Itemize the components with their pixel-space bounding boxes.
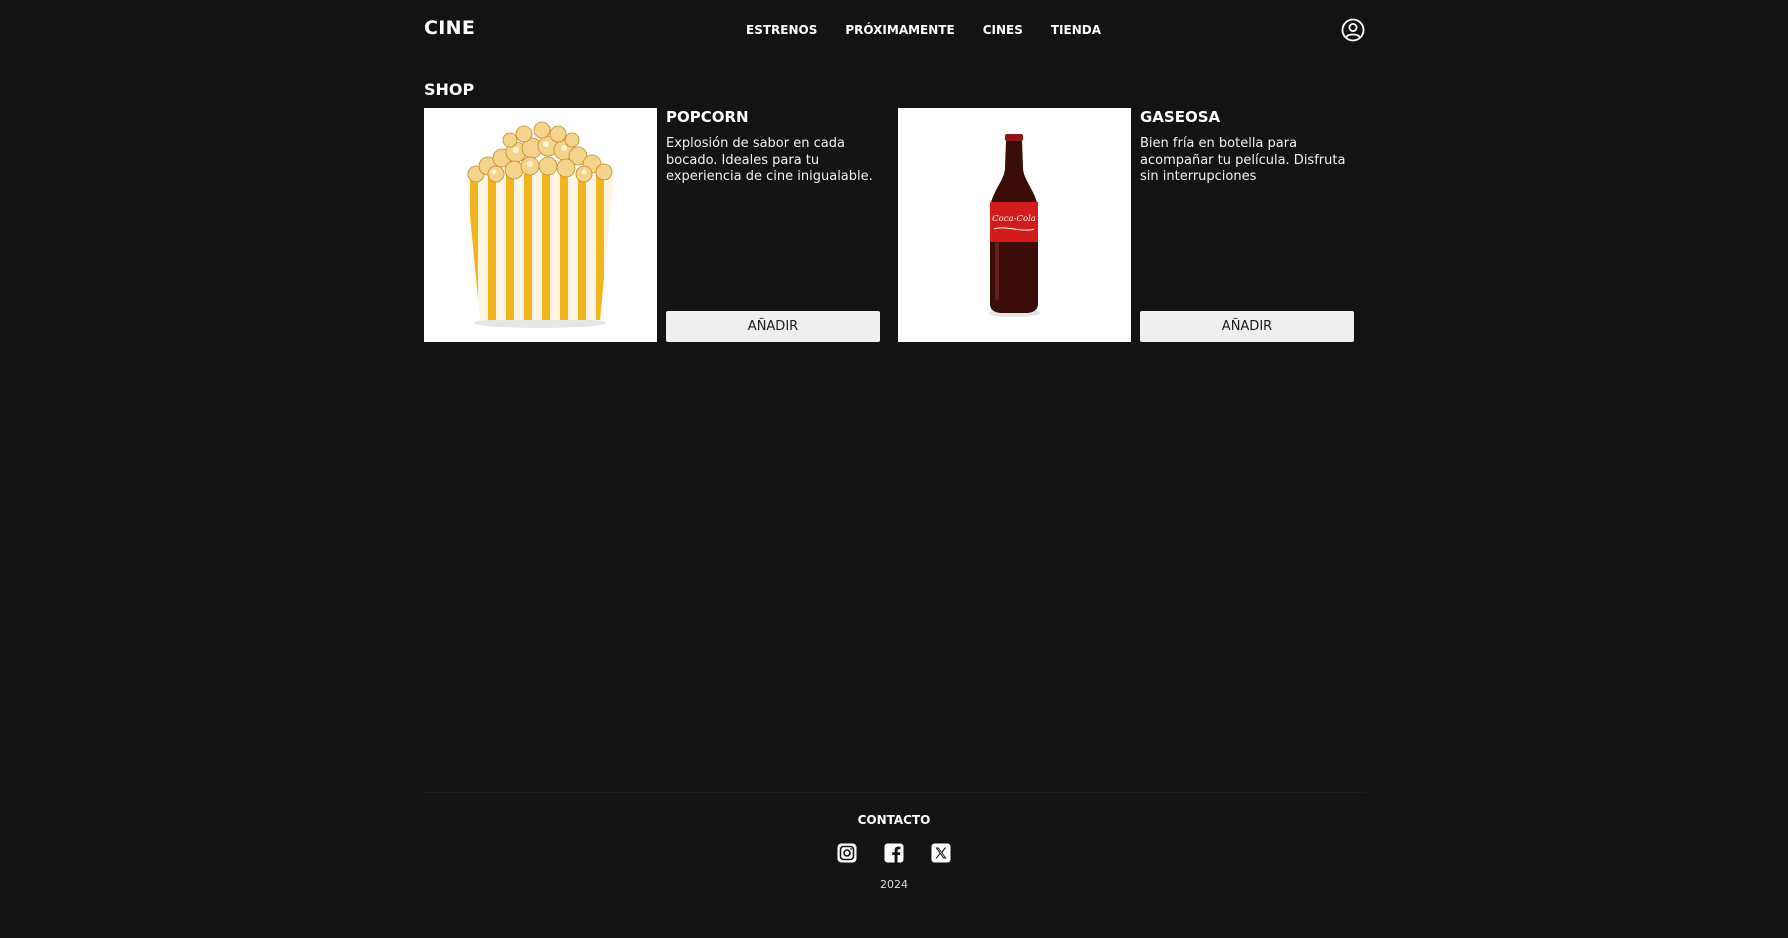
nav-tienda[interactable]: TIENDA <box>1051 23 1101 37</box>
product-list: POPCORN Explosión de sabor en cada bocad… <box>424 108 1354 342</box>
x-link[interactable] <box>930 842 952 864</box>
product-image-popcorn <box>424 108 657 342</box>
user-account-button[interactable] <box>1340 17 1366 43</box>
site-logo[interactable]: CINE <box>424 17 475 39</box>
facebook-icon <box>884 843 904 863</box>
product-card-popcorn: POPCORN Explosión de sabor en cada bocad… <box>424 108 880 342</box>
footer-divider <box>424 792 1366 793</box>
add-gaseosa-button[interactable]: AÑADIR <box>1140 311 1354 342</box>
instagram-icon <box>837 843 857 863</box>
bottle-label-text: Coca-Cola <box>992 214 1036 224</box>
instagram-link[interactable] <box>836 842 858 864</box>
nav-proximamente[interactable]: PRÓXIMAMENTE <box>845 23 954 37</box>
user-circle-icon <box>1341 18 1365 42</box>
add-popcorn-button[interactable]: AÑADIR <box>666 311 880 342</box>
product-image-gaseosa: Coca-Cola <box>898 108 1131 342</box>
facebook-link[interactable] <box>883 842 905 864</box>
page: CINE ESTRENOS PRÓXIMAMENTE CINES TIENDA … <box>0 0 1788 938</box>
nav-cines[interactable]: CINES <box>983 23 1023 37</box>
shop-title: SHOP <box>424 80 475 99</box>
product-card-gaseosa: Coca-Cola GASEOSA Bien fría en botella p… <box>898 108 1354 342</box>
product-description: Explosión de sabor en cada bocado. Ideal… <box>666 136 873 184</box>
footer-year: 2024 <box>880 878 908 891</box>
product-name: POPCORN <box>666 108 749 126</box>
x-icon <box>931 843 951 863</box>
product-name: GASEOSA <box>1140 108 1221 126</box>
nav-estrenos[interactable]: ESTRENOS <box>746 23 817 37</box>
footer-contact-heading: CONTACTO <box>857 813 931 827</box>
product-description: Bien fría en botella para acompañar tu p… <box>1140 136 1346 184</box>
site-header: CINE ESTRENOS PRÓXIMAMENTE CINES TIENDA <box>424 14 1366 46</box>
social-links <box>836 842 952 864</box>
main-nav: ESTRENOS PRÓXIMAMENTE CINES TIENDA <box>746 23 1101 37</box>
